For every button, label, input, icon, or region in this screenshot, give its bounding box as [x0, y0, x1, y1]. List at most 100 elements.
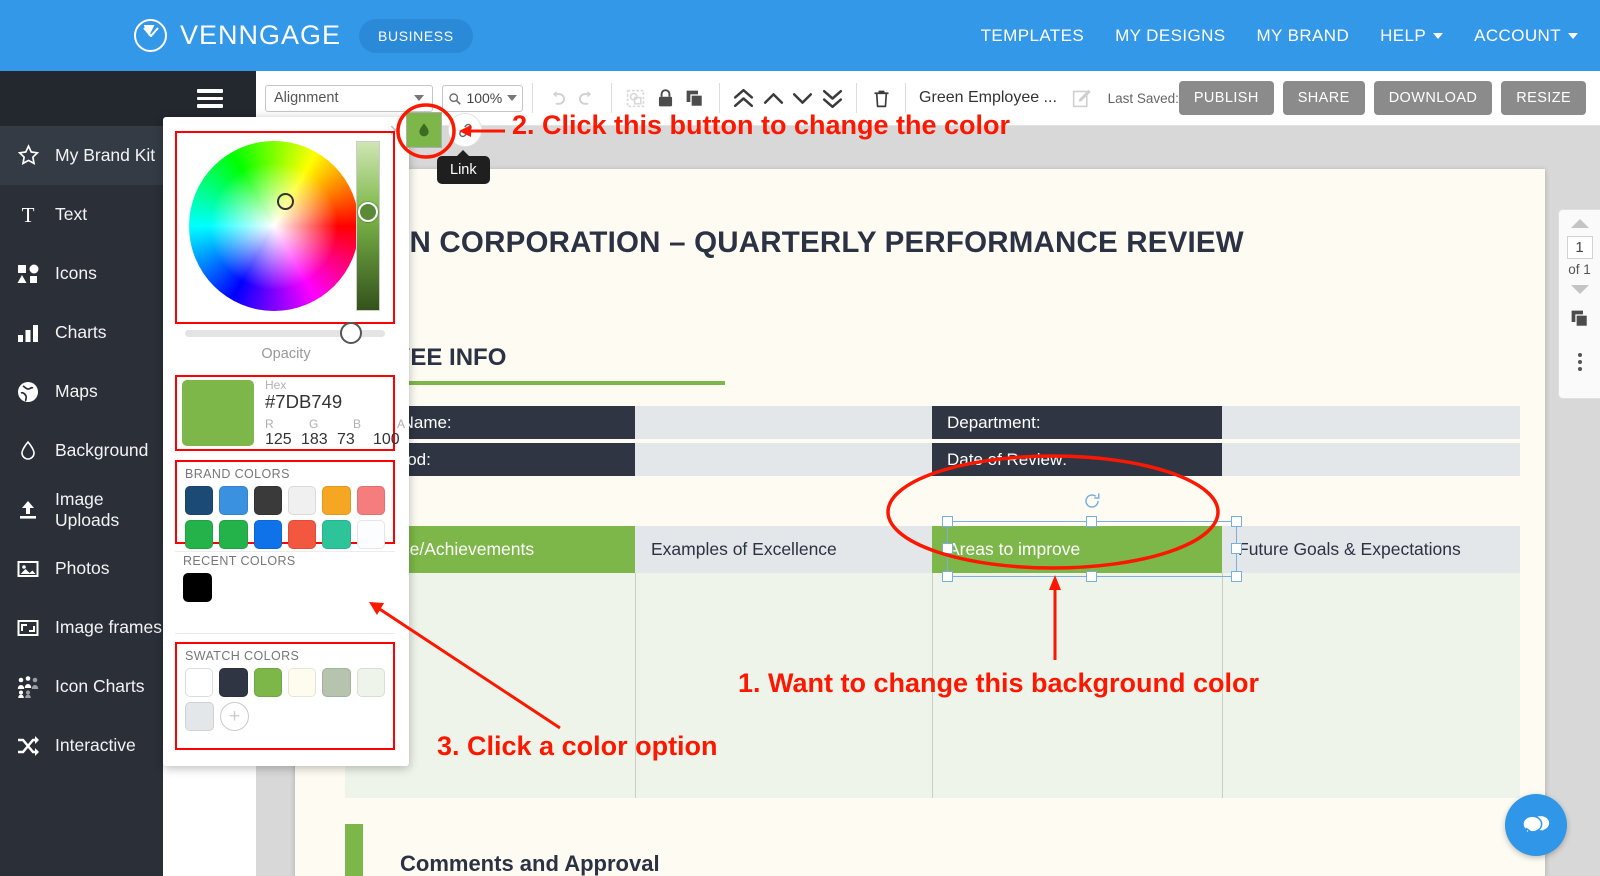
date-of-review-value[interactable] — [1222, 443, 1520, 476]
rotate-handle-icon[interactable] — [1083, 492, 1101, 510]
a-value[interactable]: 100 — [373, 431, 400, 449]
color-wheel-section[interactable] — [175, 131, 395, 324]
sidebar-item-label: Photos — [55, 558, 110, 578]
swatch-color[interactable] — [185, 668, 214, 697]
canvas-area[interactable]: DSON CORPORATION – QUARTERLY PERFORMANCE… — [256, 126, 1600, 876]
department-value[interactable] — [1222, 406, 1520, 439]
nav-link-account[interactable]: ACCOUNT — [1474, 26, 1578, 46]
swatch-color[interactable] — [356, 668, 385, 697]
sidebar-item-interactive[interactable]: Interactive — [0, 716, 163, 775]
lightness-slider[interactable] — [356, 141, 380, 311]
opacity-slider-thumb[interactable] — [340, 322, 362, 344]
nav-link-my-designs[interactable]: MY DESIGNS — [1115, 26, 1225, 46]
lightness-slider-thumb[interactable] — [358, 202, 378, 222]
resize-handle[interactable] — [1231, 516, 1242, 527]
divider — [175, 551, 395, 552]
annotation-step-2: 2. Click this button to change the color — [512, 110, 1011, 140]
fill-color-button[interactable] — [406, 112, 442, 148]
sidebar-item-icons[interactable]: Icons — [0, 244, 163, 303]
employee-name-value[interactable] — [635, 406, 932, 439]
plan-badge[interactable]: BUSINESS — [359, 18, 473, 53]
page-options-button[interactable] — [1577, 350, 1582, 374]
sidebar-item-icon-charts[interactable]: Icon Charts — [0, 657, 163, 716]
recent-swatch[interactable] — [183, 573, 212, 602]
hamburger-icon — [196, 85, 223, 112]
resize-handle[interactable] — [1231, 543, 1242, 554]
brand-swatch[interactable] — [356, 520, 385, 549]
sidebar-item-charts[interactable]: Charts — [0, 303, 163, 362]
resize-button[interactable]: RESIZE — [1501, 81, 1587, 115]
sidebar-item-image-frames[interactable]: Image frames — [0, 598, 163, 657]
nav-link-my-brand[interactable]: MY BRAND — [1257, 26, 1350, 46]
table-row[interactable]: oyee Name: Department: — [345, 406, 1520, 439]
duplicate-page-button[interactable] — [1569, 308, 1590, 334]
document-title[interactable]: Green Employee ... — [919, 89, 1057, 107]
share-button[interactable]: SHARE — [1282, 81, 1365, 115]
hex-value[interactable]: #7DB749 — [265, 391, 424, 413]
g-value[interactable]: 183 — [301, 431, 328, 449]
sidebar-item-photos[interactable]: Photos — [0, 539, 163, 598]
next-page-button[interactable] — [1570, 285, 1589, 294]
comments-title[interactable]: Comments and Approval — [400, 851, 660, 876]
link-color-button[interactable] — [448, 113, 482, 147]
selection-box[interactable] — [942, 493, 1242, 582]
download-button[interactable]: DOWNLOAD — [1373, 81, 1493, 115]
color-wheel[interactable] — [189, 141, 359, 311]
nav-link-help[interactable]: HELP — [1380, 26, 1444, 46]
sidebar-item-label: My Brand Kit — [55, 145, 156, 165]
brand-swatch[interactable] — [219, 520, 248, 549]
brand-swatch[interactable] — [185, 520, 214, 549]
swatch-color[interactable] — [253, 668, 282, 697]
b-value[interactable]: 73 — [337, 431, 364, 449]
add-swatch-button[interactable]: + — [220, 702, 249, 731]
swatch-color[interactable] — [322, 668, 351, 697]
r-value[interactable]: 125 — [265, 431, 292, 449]
color-wheel-selector[interactable] — [277, 193, 294, 210]
sidebar-item-my-brand-kit[interactable]: My Brand Kit — [0, 126, 163, 185]
opacity-slider[interactable] — [185, 322, 385, 344]
publish-button[interactable]: PUBLISH — [1178, 81, 1274, 115]
swatch-color[interactable] — [287, 668, 317, 697]
brand-swatch[interactable] — [219, 486, 248, 515]
resize-handle[interactable] — [1086, 571, 1097, 582]
brand-swatch[interactable] — [253, 486, 282, 515]
swatch-color[interactable] — [185, 702, 214, 731]
brand-swatch[interactable] — [356, 486, 385, 515]
swatch-color[interactable] — [219, 668, 248, 697]
brand-swatch[interactable] — [322, 520, 351, 549]
header-cell-future-goals[interactable]: Future Goals & Expectations — [1222, 526, 1520, 573]
text-icon: T — [10, 203, 46, 227]
brand-swatch[interactable] — [322, 486, 351, 515]
previous-page-button[interactable] — [1570, 219, 1589, 228]
brand-swatch[interactable] — [185, 486, 214, 515]
table-row[interactable]: w Period: Date of Review: — [345, 443, 1520, 476]
design-page[interactable]: DSON CORPORATION – QUARTERLY PERFORMANCE… — [295, 169, 1545, 876]
chat-support-button[interactable] — [1505, 794, 1567, 856]
sidebar-item-text[interactable]: T Text — [0, 185, 163, 244]
alignment-dropdown[interactable]: Alignment — [265, 84, 434, 112]
sidebar-item-background[interactable]: Background — [0, 421, 163, 480]
zoom-dropdown[interactable]: 100% — [442, 84, 524, 112]
rename-document-button[interactable] — [1067, 82, 1097, 114]
brand-swatch[interactable] — [287, 520, 317, 549]
star-icon — [10, 143, 46, 168]
sidebar-item-image-uploads[interactable]: Image Uploads — [0, 480, 163, 539]
nav-link-templates[interactable]: TEMPLATES — [981, 26, 1084, 46]
brand-swatch[interactable] — [287, 486, 317, 515]
current-page-number[interactable]: 1 — [1566, 236, 1593, 259]
resize-handle[interactable] — [942, 543, 953, 554]
sidebar-item-label: Image frames — [55, 617, 162, 637]
header-cell-examples[interactable]: Examples of Excellence — [635, 526, 932, 573]
sidebar-item-maps[interactable]: Maps — [0, 362, 163, 421]
resize-handle[interactable] — [1231, 571, 1242, 582]
resize-handle[interactable] — [942, 571, 953, 582]
color-picker-panel[interactable]: × Opacity Hex #7DB749 R G B A 125 183 73… — [163, 117, 409, 766]
resize-handle[interactable] — [1086, 516, 1097, 527]
page-title[interactable]: DSON CORPORATION – QUARTERLY PERFORMANCE… — [345, 226, 1244, 260]
review-period-value[interactable] — [635, 443, 932, 476]
brand-swatch[interactable] — [253, 520, 282, 549]
toolbar-divider — [718, 83, 720, 113]
resize-handle[interactable] — [942, 516, 953, 527]
annotation-step-1: 1. Want to change this background color — [738, 668, 1260, 698]
brand-logo[interactable]: VENNGAGE BUSINESS — [134, 18, 473, 53]
